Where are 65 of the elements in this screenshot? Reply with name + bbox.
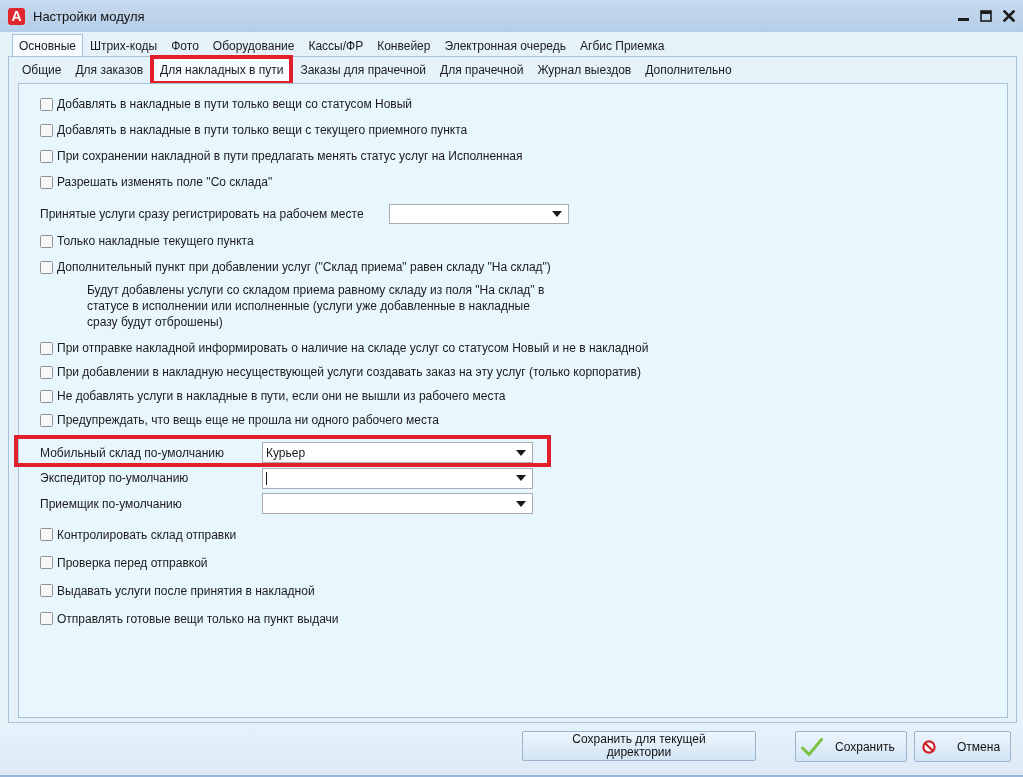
caret-icon xyxy=(516,449,526,456)
checkbox-label: Не добавлять услуги в накладные в пути, если они не вышли из рабочего места xyxy=(57,389,506,403)
tab[interactable]: Агбис Приемка xyxy=(573,34,672,56)
dropdown[interactable] xyxy=(262,493,533,515)
checkbox-label: Только накладные текущего пункта xyxy=(57,234,254,248)
checkbox[interactable] xyxy=(40,97,53,111)
checkbox[interactable] xyxy=(40,341,53,355)
checkbox[interactable] xyxy=(40,584,53,597)
tab[interactable]: Кассы/ФР xyxy=(301,34,371,56)
dropdown[interactable]: Курьер xyxy=(262,442,533,464)
tab[interactable]: Для накладных в пути xyxy=(150,55,294,85)
checkbox[interactable] xyxy=(40,365,53,379)
checkbox[interactable] xyxy=(40,612,53,625)
field-label: Экспедитор по-умолчанию xyxy=(40,471,190,486)
maximize-icon[interactable] xyxy=(980,10,992,22)
tab[interactable]: Журнал выездов xyxy=(530,59,639,81)
checkbox-label: При отправке накладной информировать о наличие на складе услуг со статусом Новый и не в накладной xyxy=(57,341,649,355)
checkbox[interactable] xyxy=(40,175,53,189)
checkbox[interactable] xyxy=(40,123,53,137)
caret-icon xyxy=(551,211,562,217)
checkbox-label: Разрешать изменять поле "Со склада" xyxy=(57,175,273,189)
app-logo: A xyxy=(8,7,25,25)
checkbox[interactable] xyxy=(40,556,53,569)
tab[interactable]: Конвейер xyxy=(370,34,438,56)
tab[interactable]: Заказы для прачечной xyxy=(293,59,434,81)
checkbox-label: Добавлять в накладные в пути только вещи с текущего приемного пункта xyxy=(57,123,468,137)
button[interactable]: Отмена xyxy=(914,731,1011,762)
no-entry-icon xyxy=(922,739,936,754)
caret-icon xyxy=(516,500,526,507)
checkbox-label: Предупреждать, что вещь еще не прошла ни одного рабочего места xyxy=(57,413,439,427)
dropdown[interactable] xyxy=(262,467,533,489)
checkbox[interactable] xyxy=(40,528,53,541)
tab[interactable]: Электронная очередь xyxy=(437,34,574,56)
field-label: Мобильный склад по-умолчанию xyxy=(40,445,225,460)
checkbox-label: Отправлять готовые вещи только на пункт выдачи xyxy=(57,611,339,626)
tab[interactable]: Общие xyxy=(15,59,69,81)
checkbox[interactable] xyxy=(40,234,53,248)
close-icon[interactable] xyxy=(1003,10,1015,22)
tab[interactable]: Для прачечной xyxy=(433,59,531,81)
dropdown[interactable] xyxy=(388,204,569,224)
tab[interactable]: Оборудование xyxy=(205,34,302,56)
checkbox[interactable] xyxy=(40,389,53,403)
checkbox-label: Проверка перед отправкой xyxy=(57,555,208,570)
hint-text: Будут добавлены услуги со складом приема равному складу из поля "На склад" в статусе в исполнении или исполненные (услуги уже добавленные в накладные сразу будут отброшены) xyxy=(87,282,546,330)
window-title: Настройки модуля xyxy=(33,8,145,24)
checkbox-label: Выдавать услуги после принятия в накладной xyxy=(57,583,315,598)
checkmark-icon xyxy=(801,737,823,756)
checkbox-label: Дополнительный пункт при добавлении услуг ("Склад приема" равен складу "На склад") xyxy=(57,260,551,274)
button[interactable]: Сохранить xyxy=(795,731,907,762)
tab[interactable]: Основные xyxy=(12,34,83,56)
checkbox-label: Контролировать склад отправки xyxy=(57,527,237,542)
checkbox-label: Добавлять в накладные в пути только вещи со статусом Новый xyxy=(57,97,413,111)
tab[interactable]: Для заказов xyxy=(68,59,151,81)
field-label: Принятые услуги сразу регистрировать на рабочем месте xyxy=(40,207,365,221)
tab[interactable]: Дополнительно xyxy=(638,59,739,81)
tab[interactable]: Фото xyxy=(164,34,206,56)
field-label: Приемщик по-умолчанию xyxy=(40,496,183,511)
button[interactable]: Сохранить для текущей директории xyxy=(522,731,756,761)
checkbox-label: При сохранении накладной в пути предлагать менять статус услуг на Исполненная xyxy=(57,149,523,163)
checkbox[interactable] xyxy=(40,260,53,274)
caret-icon xyxy=(516,475,526,482)
checkbox[interactable] xyxy=(40,413,53,427)
checkbox[interactable] xyxy=(40,149,53,163)
tab[interactable]: Штрих-коды xyxy=(82,34,165,56)
checkbox-label: При добавлении в накладную несуществующей услуги создавать заказ на эту услуг (только корпоратив) xyxy=(57,365,641,379)
